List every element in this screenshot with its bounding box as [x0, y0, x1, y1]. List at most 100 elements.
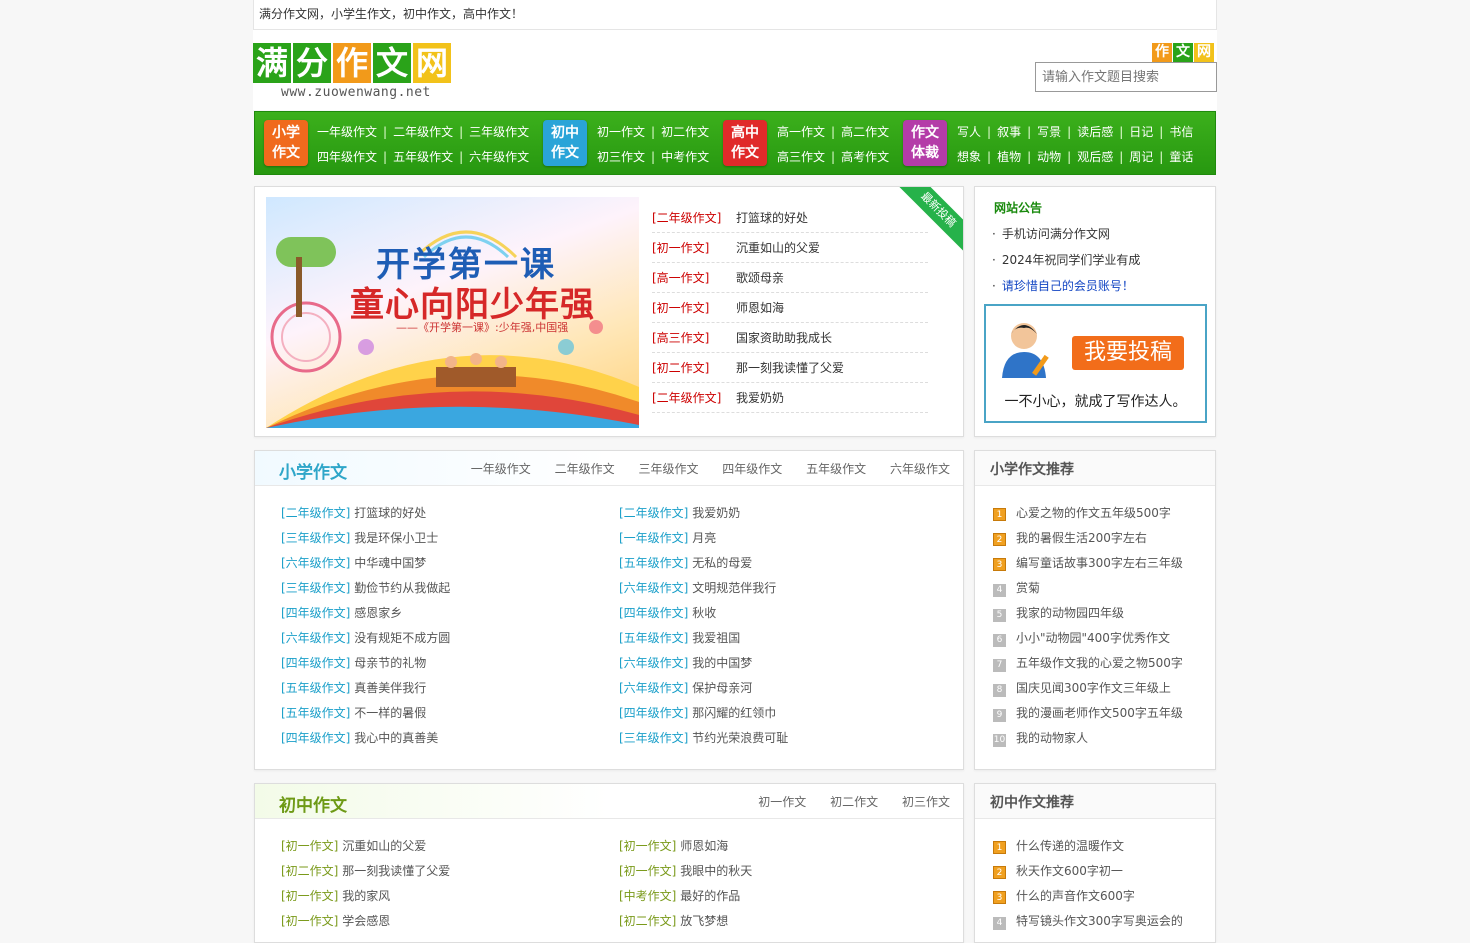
list-item[interactable]: [六年级作文] 文明规范伴我行	[619, 576, 788, 601]
section-tab[interactable]: 四年级作文	[722, 462, 782, 476]
item-category[interactable]: [四年级作文]	[281, 651, 350, 676]
list-item[interactable]: [五年级作文] 不一样的暑假	[281, 701, 450, 726]
nav-badge-genre[interactable]: 作文 体裁	[903, 120, 947, 166]
item-category[interactable]: [五年级作文]	[281, 701, 350, 726]
nav-link[interactable]: 叙事	[997, 125, 1021, 139]
item-title[interactable]: 月亮	[692, 531, 716, 545]
item-title[interactable]: 歌颂母亲	[736, 271, 784, 285]
rank-item[interactable]: 6 小小"动物园"400字优秀作文	[993, 626, 1183, 651]
item-category[interactable]: [初一作文]	[652, 233, 736, 263]
nav-badge-junior[interactable]: 初中 作文	[543, 120, 587, 166]
list-item[interactable]: [高一作文] 歌颂母亲	[652, 263, 928, 293]
item-title[interactable]: 放飞梦想	[680, 914, 728, 928]
site-logo[interactable]: 满 分 作 文 网 www.zuowenwang.net	[253, 43, 453, 103]
rank-item-title[interactable]: 心爱之物的作文五年级500字	[1016, 506, 1171, 520]
item-title[interactable]: 打篮球的好处	[354, 506, 426, 520]
rank-item-title[interactable]: 什么的声音作文600字	[1016, 889, 1135, 903]
rank-item[interactable]: 8 国庆见闻300字作文三年级上	[993, 676, 1183, 701]
rank-item[interactable]: 9 我的漫画老师作文500字五年级	[993, 701, 1183, 726]
rank-item[interactable]: 1 什么传递的温暖作文	[993, 834, 1183, 859]
list-item[interactable]: [中考作文] 最好的作品	[619, 884, 752, 909]
item-category[interactable]: [初一作文]	[281, 884, 338, 909]
rank-item-title[interactable]: 赏菊	[1016, 581, 1040, 595]
item-category[interactable]: [初二作文]	[281, 859, 338, 884]
item-title[interactable]: 文明规范伴我行	[692, 581, 776, 595]
rank-item[interactable]: 2 我的暑假生活200字左右	[993, 526, 1183, 551]
item-category[interactable]: [初二作文]	[619, 909, 676, 934]
nav-link[interactable]: 周记	[1129, 150, 1153, 164]
item-title[interactable]: 最好的作品	[680, 889, 740, 903]
item-category[interactable]: [中考作文]	[619, 884, 676, 909]
list-item[interactable]: [四年级作文] 感恩家乡	[281, 601, 450, 626]
item-title[interactable]: 不一样的暑假	[354, 706, 426, 720]
nav-link[interactable]: 想象	[957, 150, 981, 164]
item-title[interactable]: 师恩如海	[680, 839, 728, 853]
item-title[interactable]: 师恩如海	[736, 301, 784, 315]
item-category[interactable]: [五年级作文]	[619, 626, 688, 651]
nav-link[interactable]: 高二作文	[841, 125, 889, 139]
nav-link[interactable]: 高一作文	[777, 125, 825, 139]
rank-item-title[interactable]: 我家的动物园四年级	[1016, 606, 1124, 620]
notice-item[interactable]: 请珍惜自己的会员账号！	[992, 273, 1140, 299]
section-title[interactable]: 初中作文	[279, 791, 347, 816]
section-tab[interactable]: 六年级作文	[890, 462, 950, 476]
item-title[interactable]: 没有规矩不成方圆	[354, 631, 450, 645]
list-item[interactable]: [六年级作文] 保护母亲河	[619, 676, 788, 701]
section-tab[interactable]: 初三作文	[902, 795, 950, 809]
list-item[interactable]: [高三作文] 国家资助助我成长	[652, 323, 928, 353]
item-title[interactable]: 沉重如山的父爱	[736, 241, 820, 255]
list-item[interactable]: [二年级作文] 我爱奶奶	[652, 383, 928, 413]
notice-item[interactable]: 2024年祝同学们学业有成	[992, 247, 1141, 273]
item-title[interactable]: 真善美伴我行	[354, 681, 426, 695]
nav-link[interactable]: 高三作文	[777, 150, 825, 164]
nav-link[interactable]: 动物	[1037, 150, 1061, 164]
item-category[interactable]: [初一作文]	[619, 859, 676, 884]
list-item[interactable]: [四年级作文] 母亲节的礼物	[281, 651, 450, 676]
list-item[interactable]: [五年级作文] 真善美伴我行	[281, 676, 450, 701]
item-category[interactable]: [四年级作文]	[619, 601, 688, 626]
rank-item-title[interactable]: 秋天作文600字初一	[1016, 864, 1123, 878]
list-item[interactable]: [五年级作文] 无私的母爱	[619, 551, 788, 576]
item-category[interactable]: [二年级作文]	[652, 203, 736, 233]
rank-item[interactable]: 7 五年级作文我的心爱之物500字	[993, 651, 1183, 676]
item-category[interactable]: [高一作文]	[652, 263, 736, 293]
rank-item[interactable]: 3 什么的声音作文600字	[993, 884, 1183, 909]
list-item[interactable]: [六年级作文] 我的中国梦	[619, 651, 788, 676]
nav-link[interactable]: 初一作文	[597, 125, 645, 139]
item-title[interactable]: 我爱祖国	[692, 631, 740, 645]
rank-item[interactable]: 3 编写童话故事300字左右三年级	[993, 551, 1183, 576]
rank-item-title[interactable]: 我的漫画老师作文500字五年级	[1016, 706, 1183, 720]
item-category[interactable]: [一年级作文]	[619, 526, 688, 551]
item-title[interactable]: 那一刻我读懂了父爱	[736, 361, 844, 375]
nav-link[interactable]: 二年级作文	[393, 125, 453, 139]
list-item[interactable]: [初一作文] 我的家风	[281, 884, 450, 909]
section-title[interactable]: 小学作文	[279, 458, 347, 483]
item-category[interactable]: [初一作文]	[281, 834, 338, 859]
rank-item-title[interactable]: 什么传递的温暖作文	[1016, 839, 1124, 853]
item-title[interactable]: 中华魂中国梦	[354, 556, 426, 570]
item-title[interactable]: 打篮球的好处	[736, 211, 808, 225]
rank-item[interactable]: 10 我的动物家人	[993, 726, 1183, 751]
list-item[interactable]: [四年级作文] 我心中的真善美	[281, 726, 450, 751]
nav-link[interactable]: 中考作文	[661, 150, 709, 164]
nav-link[interactable]: 读后感	[1077, 125, 1113, 139]
item-title[interactable]: 无私的母爱	[692, 556, 752, 570]
item-title[interactable]: 节约光荣浪费可耻	[692, 731, 788, 745]
item-category[interactable]: [初一作文]	[652, 293, 736, 323]
nav-link[interactable]: 写景	[1037, 125, 1061, 139]
list-item[interactable]: [一年级作文] 月亮	[619, 526, 788, 551]
item-title[interactable]: 母亲节的礼物	[354, 656, 426, 670]
list-item[interactable]: [四年级作文] 那闪耀的红领巾	[619, 701, 788, 726]
list-item[interactable]: [初一作文] 我眼中的秋天	[619, 859, 752, 884]
item-title[interactable]: 那一刻我读懂了父爱	[342, 864, 450, 878]
list-item[interactable]: [五年级作文] 我爱祖国	[619, 626, 788, 651]
submit-promo[interactable]: 我要投稿 一不小心，就成了写作达人。	[984, 304, 1207, 423]
item-title[interactable]: 沉重如山的父爱	[342, 839, 426, 853]
nav-link[interactable]: 初二作文	[661, 125, 709, 139]
nav-badge-primary[interactable]: 小学 作文	[264, 120, 308, 166]
section-tab[interactable]: 初一作文	[758, 795, 806, 809]
item-category[interactable]: [五年级作文]	[281, 676, 350, 701]
list-item[interactable]: [初一作文] 学会感恩	[281, 909, 450, 934]
list-item[interactable]: [六年级作文] 中华魂中国梦	[281, 551, 450, 576]
nav-link[interactable]: 观后感	[1077, 150, 1113, 164]
